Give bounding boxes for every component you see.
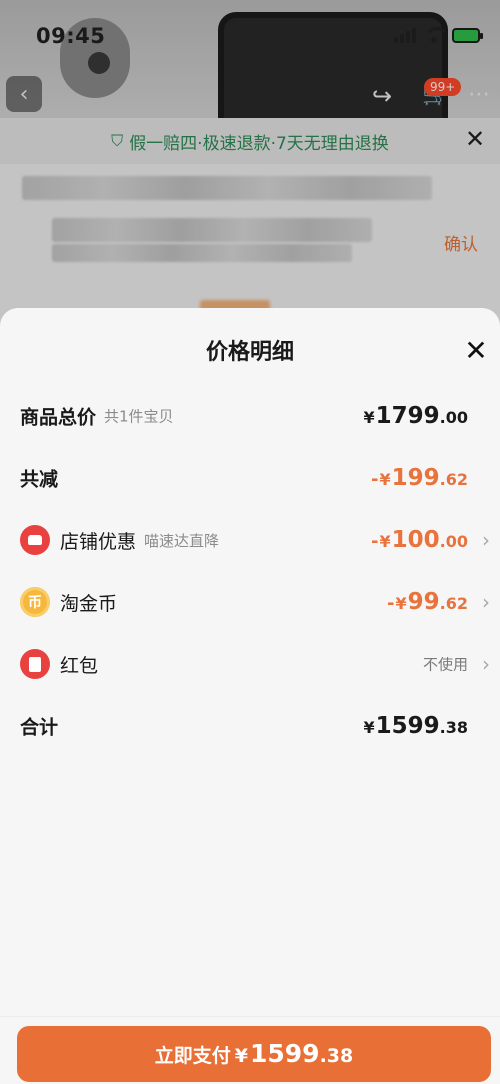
pay-bar: 立即支付 ¥ 1599 .38 <box>0 1016 500 1084</box>
currency-symbol: ¥ <box>363 718 375 737</box>
pay-now-button[interactable]: 立即支付 ¥ 1599 .38 <box>17 1026 491 1082</box>
chevron-right-icon: › <box>482 528 490 552</box>
currency-symbol: ¥ <box>379 470 391 489</box>
pay-amount-integer: 1599 <box>249 1039 320 1068</box>
value-decimal: .00 <box>439 532 468 551</box>
row-value: - ¥100.00 <box>371 527 468 553</box>
value-integer: 1599 <box>375 713 440 739</box>
minus-sign: - <box>371 469 379 490</box>
value-decimal: .62 <box>439 594 468 613</box>
value-integer: 100 <box>391 527 440 553</box>
currency-symbol: ¥ <box>234 1045 248 1067</box>
minus-sign: - <box>371 531 379 552</box>
sheet-title: 价格明细 <box>205 340 294 365</box>
overlay-dim[interactable] <box>0 0 500 330</box>
row-value: ¥1799.00 <box>364 403 469 429</box>
value-decimal: .38 <box>439 718 468 737</box>
value-decimal: .00 <box>439 408 468 427</box>
row-taojinbi[interactable]: 币 淘金币 - ¥99.62 › <box>0 582 500 622</box>
currency-symbol: ¥ <box>363 408 375 427</box>
row-label: 共减 <box>20 468 59 491</box>
background-product-page: 09:45 ‹ ↪ 🛒 99+ ⋯ ⛉ 假一赔四·极速退款·7天无理由退换 ✕ … <box>0 0 500 330</box>
coin-icon: 币 <box>20 587 50 617</box>
pay-label: 立即支付 <box>154 1045 231 1067</box>
row-value: - ¥99.62 <box>387 589 468 615</box>
row-total-discount: 共减 - ¥199.62 <box>0 458 500 498</box>
value-integer: 1799 <box>375 403 440 429</box>
row-store-discount[interactable]: 店铺优惠 喵速达直降 - ¥100.00 › <box>0 520 500 560</box>
pay-amount-decimal: .38 <box>319 1045 354 1067</box>
store-coupon-icon <box>20 525 50 555</box>
red-packet-icon <box>20 649 50 679</box>
value-integer: 199 <box>391 465 440 491</box>
row-label: 店铺优惠 <box>60 530 137 553</box>
value-integer: 99 <box>407 589 440 615</box>
row-goods-total: 商品总价 共1件宝贝 ¥1799.00 <box>0 396 500 436</box>
currency-symbol: ¥ <box>379 532 391 551</box>
row-value: - ¥199.62 <box>371 465 468 491</box>
row-grand-total: 合计 ¥1599.38 <box>0 706 500 746</box>
row-value: ¥1599.38 <box>364 713 469 739</box>
row-label: 合计 <box>20 716 59 739</box>
chevron-right-icon: › <box>482 652 490 676</box>
value-decimal: .62 <box>439 470 468 489</box>
row-label: 红包 <box>60 654 99 677</box>
price-detail-sheet: 价格明细 ✕ 商品总价 共1件宝贝 ¥1799.00 共减 - ¥199.62 店… <box>0 308 500 1084</box>
row-red-packet[interactable]: 红包 不使用 › <box>0 644 500 684</box>
close-icon: ✕ <box>464 333 488 367</box>
row-note: 喵速达直降 <box>144 531 220 550</box>
row-label: 商品总价 <box>20 406 97 429</box>
red-packet-value: 不使用 <box>422 655 468 674</box>
currency-symbol: ¥ <box>395 594 407 613</box>
close-sheet-button[interactable]: ✕ <box>458 332 494 368</box>
minus-sign: - <box>387 593 395 614</box>
chevron-right-icon: › <box>482 590 490 614</box>
row-note: 共1件宝贝 <box>104 407 174 426</box>
row-label: 淘金币 <box>60 592 118 615</box>
